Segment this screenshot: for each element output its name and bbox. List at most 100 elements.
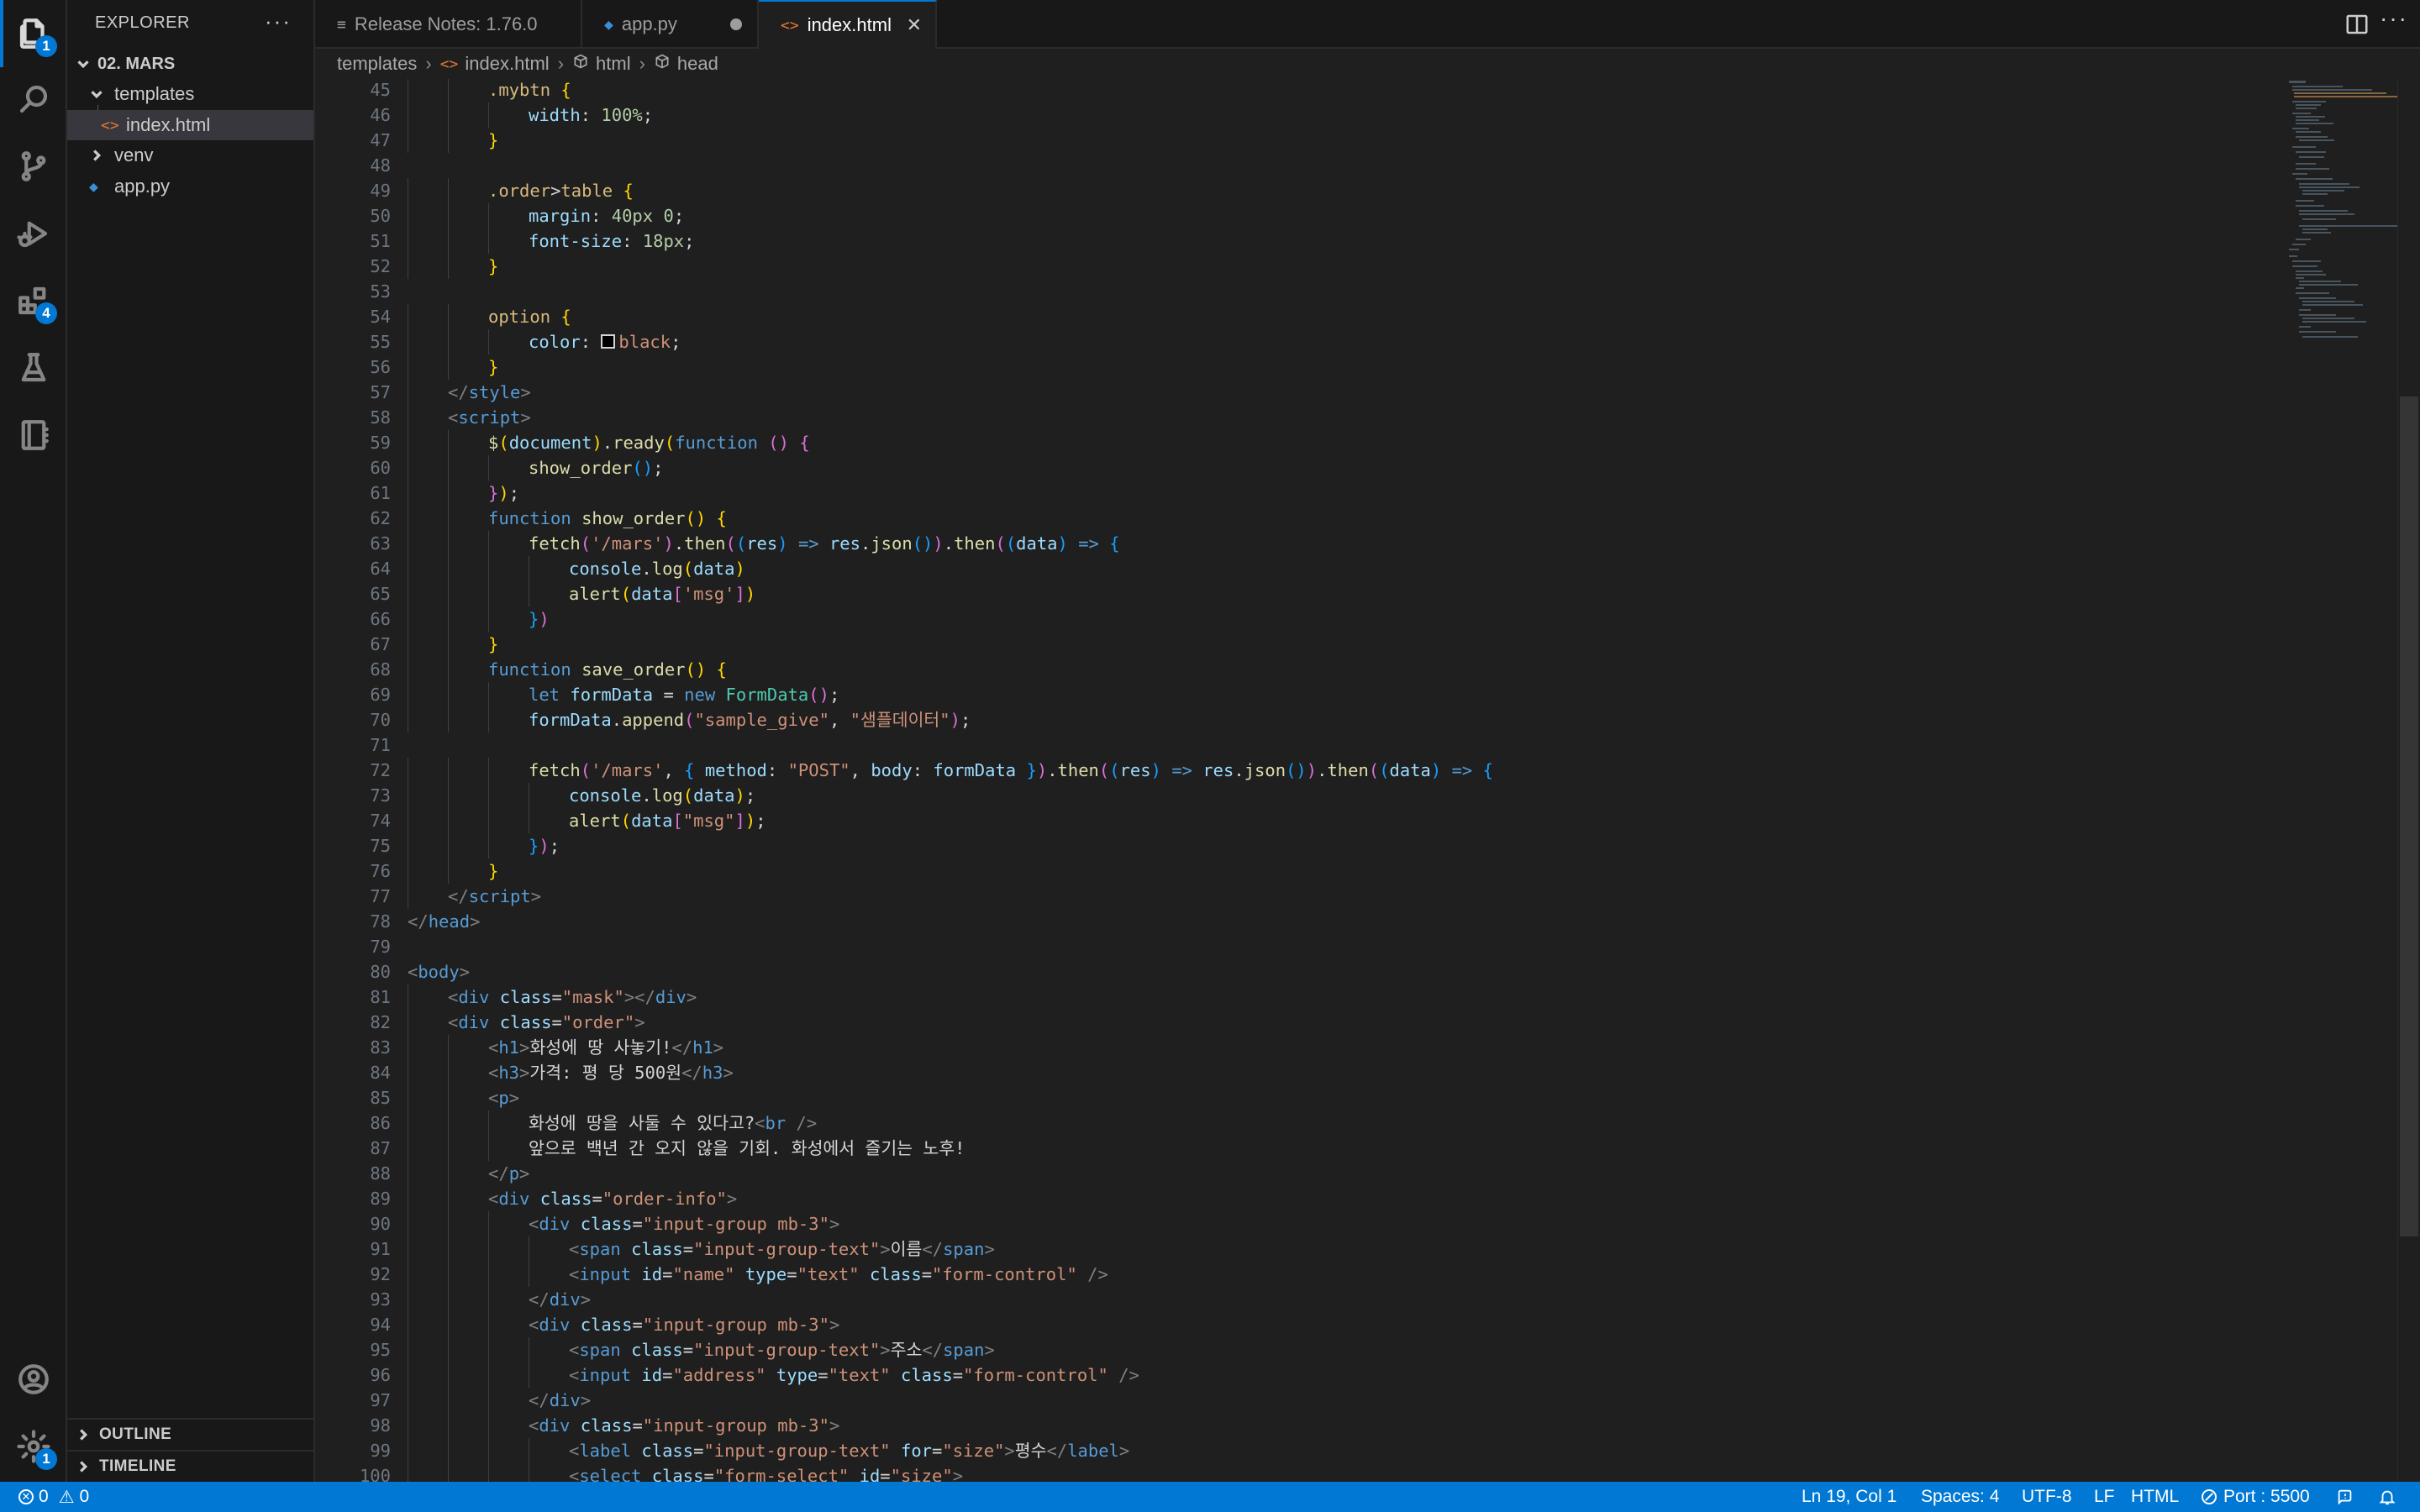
code-line[interactable]: }); xyxy=(529,833,560,858)
code-line[interactable]: <body> xyxy=(408,959,470,984)
code-line[interactable]: fetch('/mars').then((res) => res.json())… xyxy=(529,531,1120,556)
extensions-activity-button[interactable]: 4 xyxy=(0,267,67,334)
code-line[interactable]: <select class="form-select" id="size"> xyxy=(569,1463,963,1482)
explorer-more-actions-button[interactable]: ··· xyxy=(265,8,292,34)
tree-item-templates[interactable]: templates xyxy=(67,79,313,109)
code-line[interactable]: </div> xyxy=(529,1287,591,1312)
code-line[interactable]: <script> xyxy=(448,405,531,430)
code-line[interactable]: width: 100%; xyxy=(529,102,653,128)
code-line[interactable]: <div class="input-group mb-3"> xyxy=(529,1413,839,1438)
split-editor-button[interactable] xyxy=(2344,12,2370,37)
code-line[interactable]: <label class="input-group-text" for="siz… xyxy=(569,1438,1129,1463)
code-line[interactable]: </p> xyxy=(488,1161,529,1186)
eol-status-item[interactable]: LF xyxy=(2094,1482,2115,1512)
outline-panel-header[interactable]: OUTLINE xyxy=(67,1418,313,1450)
code-lines[interactable]: .mybtn {width: 100%;} .order>table {margi… xyxy=(408,79,2420,1482)
vertical-scrollbar[interactable] xyxy=(2397,79,2420,1482)
indent-guide xyxy=(448,254,449,279)
code-line[interactable]: function show_order() { xyxy=(488,506,727,531)
code-line[interactable]: alert(data['msg']) xyxy=(569,581,755,606)
problems-status-item[interactable]: ✕ 0 ⚠ 0 xyxy=(18,1482,89,1512)
code-line[interactable]: console.log(data); xyxy=(569,783,755,808)
accounts-activity-button[interactable] xyxy=(0,1346,67,1413)
code-editor[interactable]: 45 46 47 48 49 50 51 52 53 54 55 56 57 58 59 60 61 62 63 64… xyxy=(315,79,2420,1482)
timeline-panel-header[interactable]: TIMELINE xyxy=(67,1450,313,1482)
code-line[interactable]: 앞으로 백년 간 오지 않을 기회. 화성에서 즐기는 노후! xyxy=(529,1136,965,1161)
testing-activity-button[interactable] xyxy=(0,334,67,402)
close-icon[interactable]: ✕ xyxy=(907,14,922,36)
code-line[interactable]: </head> xyxy=(408,909,480,934)
code-line[interactable]: <h1>화성에 땅 사놓기!</h1> xyxy=(488,1035,723,1060)
code-line[interactable]: <p> xyxy=(488,1085,519,1110)
code-line[interactable]: option { xyxy=(488,304,571,329)
code-line[interactable]: 화성에 땅을 사둘 수 있다고?<br /> xyxy=(529,1110,817,1136)
code-line[interactable]: alert(data["msg"]); xyxy=(569,808,766,833)
code-line[interactable]: font-size: 18px; xyxy=(529,228,695,254)
editor-more-actions-button[interactable]: ··· xyxy=(2380,5,2408,32)
line-number: 98 xyxy=(370,1415,391,1436)
breadcrumb-item-head[interactable]: head xyxy=(677,53,718,75)
code-line[interactable]: <div class="input-group mb-3"> xyxy=(529,1211,839,1236)
workspace-folder-header[interactable]: 02. MARS xyxy=(67,49,313,79)
tab-release-notes[interactable]: ≡ Release Notes: 1.76.0 xyxy=(315,0,582,49)
indentation-status-item[interactable]: Spaces: 4 xyxy=(1921,1482,1999,1512)
code-line[interactable]: } xyxy=(488,128,498,153)
code-line[interactable]: .order>table { xyxy=(488,178,634,203)
code-line[interactable]: margin: 40px 0; xyxy=(529,203,684,228)
explorer-activity-button[interactable]: 1 xyxy=(0,0,67,67)
minimap[interactable] xyxy=(2286,79,2403,348)
code-line[interactable]: <div class="mask"></div> xyxy=(448,984,697,1010)
code-line[interactable]: <span class="input-group-text">주소</span> xyxy=(569,1337,995,1362)
code-line[interactable]: .mybtn { xyxy=(488,79,571,102)
code-line[interactable]: function save_order() { xyxy=(488,657,727,682)
code-line[interactable]: }); xyxy=(488,480,519,506)
unsaved-dot-icon[interactable] xyxy=(730,18,742,30)
code-line[interactable]: color: black; xyxy=(529,329,681,354)
encoding-status-item[interactable]: UTF-8 xyxy=(2022,1482,2072,1512)
code-line[interactable]: } xyxy=(488,632,498,657)
code-line[interactable]: show_order(); xyxy=(529,455,663,480)
tree-item-venv[interactable]: venv xyxy=(67,140,313,171)
indent-guide xyxy=(448,228,449,254)
tree-item-index-html[interactable]: <> index.html xyxy=(67,110,313,140)
code-line[interactable]: </script> xyxy=(448,884,541,909)
notifications-status-item[interactable] xyxy=(2378,1482,2396,1512)
code-line[interactable]: fetch('/mars', { method: "POST", body: f… xyxy=(529,758,1493,783)
code-line[interactable]: $(document).ready(function () { xyxy=(488,430,810,455)
code-line[interactable]: } xyxy=(488,858,498,884)
breadcrumb-item-html[interactable]: html xyxy=(596,53,631,75)
code-line[interactable]: <div class="order-info"> xyxy=(488,1186,737,1211)
code-line[interactable]: </style> xyxy=(448,380,531,405)
code-line[interactable]: <div class="order"> xyxy=(448,1010,645,1035)
language-mode-status-item[interactable]: HTML xyxy=(2131,1482,2179,1512)
code-line[interactable]: } xyxy=(488,354,498,380)
source-control-activity-button[interactable] xyxy=(0,133,67,200)
manage-activity-button[interactable]: 1 xyxy=(0,1413,67,1480)
feedback-status-item[interactable] xyxy=(2336,1482,2354,1512)
code-line[interactable]: <input id="name" type="text" class="form… xyxy=(569,1262,1108,1287)
code-line[interactable]: <div class="input-group mb-3"> xyxy=(529,1312,839,1337)
code-line[interactable]: } xyxy=(488,254,498,279)
code-line[interactable]: <h3>가격: 평 당 500원</h3> xyxy=(488,1060,734,1085)
live-server-status-item[interactable]: Port : 5500 xyxy=(2202,1482,2310,1512)
search-activity-button[interactable] xyxy=(0,66,67,133)
breadcrumb-item-templates[interactable]: templates xyxy=(337,53,417,75)
code-line[interactable]: <input id="address" type="text" class="f… xyxy=(569,1362,1139,1388)
chevron-right-icon xyxy=(87,146,106,165)
indent-guide xyxy=(448,1110,449,1136)
scrollbar-thumb[interactable] xyxy=(2400,396,2418,1236)
code-line[interactable]: console.log(data) xyxy=(569,556,745,581)
code-line[interactable]: let formData = new FormData(); xyxy=(529,682,839,707)
breadcrumb-item-file[interactable]: index.html xyxy=(465,53,549,75)
code-line[interactable]: <span class="input-group-text">이름</span> xyxy=(569,1236,995,1262)
code-line[interactable]: formData.append("sample_give", "샘플데이터"); xyxy=(529,707,971,732)
cursor-position-status-item[interactable]: Ln 19, Col 1 xyxy=(1802,1482,1897,1512)
tab-app-py[interactable]: ◆ app.py xyxy=(582,0,759,49)
run-debug-activity-button[interactable] xyxy=(0,200,67,267)
tree-item-app-py[interactable]: ◆ app.py xyxy=(67,171,313,202)
code-line[interactable]: </div> xyxy=(529,1388,591,1413)
remote-explorer-activity-button[interactable] xyxy=(0,402,67,469)
tab-index-html[interactable]: <> index.html ✕ xyxy=(759,0,937,49)
line-number: 96 xyxy=(370,1365,391,1385)
code-line[interactable]: }) xyxy=(529,606,550,632)
